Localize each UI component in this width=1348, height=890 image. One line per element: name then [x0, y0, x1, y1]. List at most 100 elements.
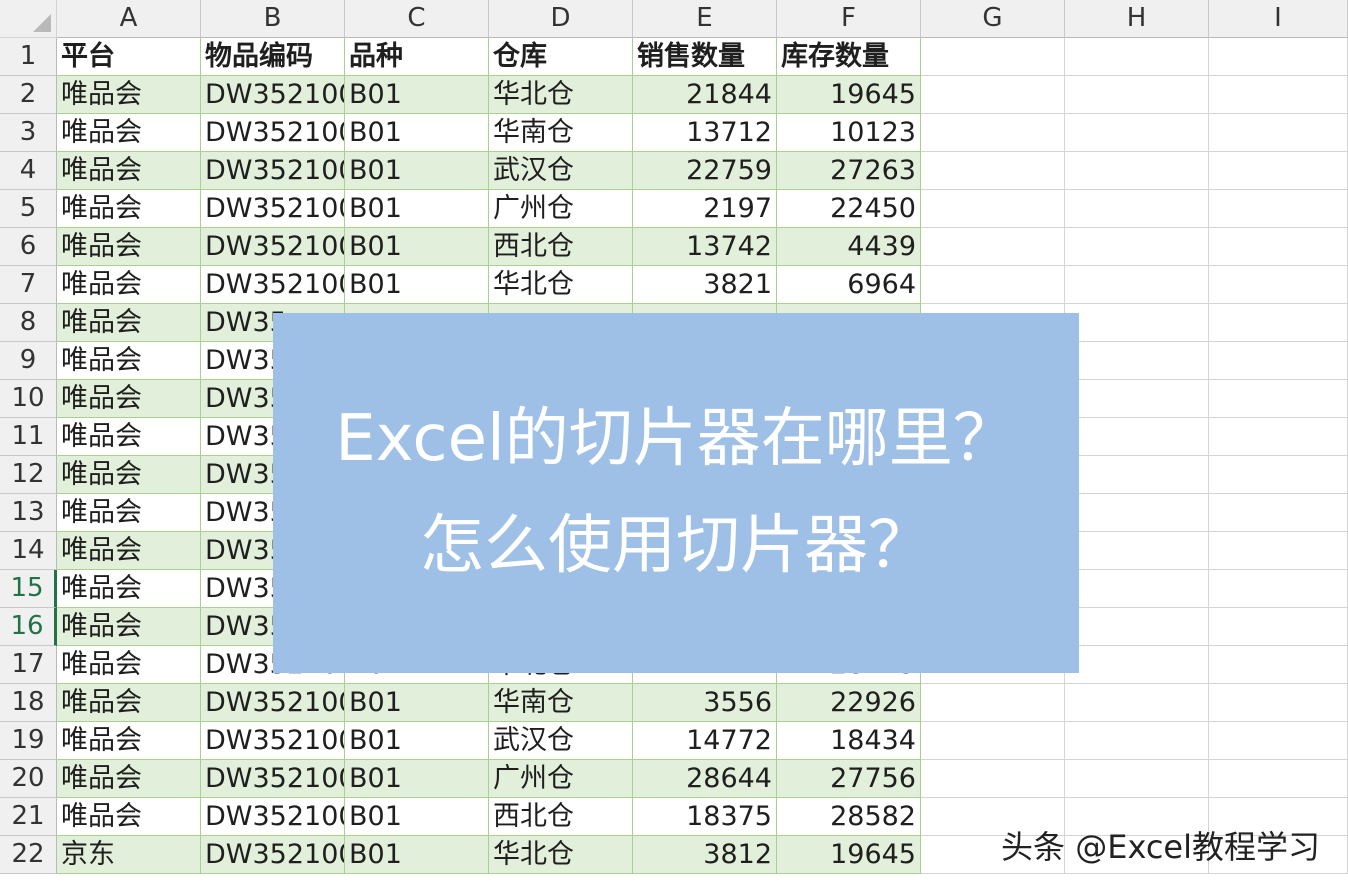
cell-i8[interactable] [1209, 304, 1348, 342]
cell-f6[interactable]: 4439 [777, 228, 921, 266]
cell-a4[interactable]: 唯品会 [57, 152, 201, 190]
row-header-12[interactable]: 12 [0, 456, 57, 494]
cell-d5[interactable]: 广州仓 [489, 190, 633, 228]
row-header-18[interactable]: 18 [0, 684, 57, 722]
cell-b5[interactable]: DW352100 [201, 190, 345, 228]
cell-c2[interactable]: B01 [345, 76, 489, 114]
cell-a6[interactable]: 唯品会 [57, 228, 201, 266]
cell-i15[interactable] [1209, 570, 1348, 608]
cell-e21[interactable]: 18375 [633, 798, 777, 836]
cell-f3[interactable]: 10123 [777, 114, 921, 152]
cell-g18[interactable] [921, 684, 1065, 722]
cell-a11[interactable]: 唯品会 [57, 418, 201, 456]
column-header-d[interactable]: D [489, 0, 633, 38]
column-header-c[interactable]: C [345, 0, 489, 38]
cell-b22[interactable]: DW352100 [201, 836, 345, 874]
cell-f4[interactable]: 27263 [777, 152, 921, 190]
cell-i13[interactable] [1209, 494, 1348, 532]
row-header-3[interactable]: 3 [0, 114, 57, 152]
row-header-6[interactable]: 6 [0, 228, 57, 266]
cell-a1[interactable]: 平台 [57, 38, 201, 76]
cell-a17[interactable]: 唯品会 [57, 646, 201, 684]
cell-i10[interactable] [1209, 380, 1348, 418]
cell-i6[interactable] [1209, 228, 1348, 266]
row-header-11[interactable]: 11 [0, 418, 57, 456]
row-header-7[interactable]: 7 [0, 266, 57, 304]
cell-e2[interactable]: 21844 [633, 76, 777, 114]
cell-a3[interactable]: 唯品会 [57, 114, 201, 152]
cell-d19[interactable]: 武汉仓 [489, 722, 633, 760]
cell-h8[interactable] [1065, 304, 1209, 342]
cell-c22[interactable]: B01 [345, 836, 489, 874]
cell-d7[interactable]: 华北仓 [489, 266, 633, 304]
row-header-22[interactable]: 22 [0, 836, 57, 874]
cell-d20[interactable]: 广州仓 [489, 760, 633, 798]
cell-a14[interactable]: 唯品会 [57, 532, 201, 570]
row-header-21[interactable]: 21 [0, 798, 57, 836]
cell-h18[interactable] [1065, 684, 1209, 722]
cell-a8[interactable]: 唯品会 [57, 304, 201, 342]
cell-h13[interactable] [1065, 494, 1209, 532]
cell-a7[interactable]: 唯品会 [57, 266, 201, 304]
cell-i11[interactable] [1209, 418, 1348, 456]
row-header-14[interactable]: 14 [0, 532, 57, 570]
cell-g6[interactable] [921, 228, 1065, 266]
cell-a12[interactable]: 唯品会 [57, 456, 201, 494]
row-header-5[interactable]: 5 [0, 190, 57, 228]
cell-a15[interactable]: 唯品会 [57, 570, 201, 608]
row-header-19[interactable]: 19 [0, 722, 57, 760]
cell-e19[interactable]: 14772 [633, 722, 777, 760]
cell-b3[interactable]: DW352100 [201, 114, 345, 152]
cell-g4[interactable] [921, 152, 1065, 190]
cell-b19[interactable]: DW352100 [201, 722, 345, 760]
cell-h12[interactable] [1065, 456, 1209, 494]
cell-i3[interactable] [1209, 114, 1348, 152]
row-header-10[interactable]: 10 [0, 380, 57, 418]
cell-i14[interactable] [1209, 532, 1348, 570]
cell-i9[interactable] [1209, 342, 1348, 380]
cell-i12[interactable] [1209, 456, 1348, 494]
cell-f7[interactable]: 6964 [777, 266, 921, 304]
cell-a18[interactable]: 唯品会 [57, 684, 201, 722]
select-all-corner[interactable] [0, 0, 57, 38]
cell-h5[interactable] [1065, 190, 1209, 228]
cell-h19[interactable] [1065, 722, 1209, 760]
cell-h11[interactable] [1065, 418, 1209, 456]
cell-i16[interactable] [1209, 608, 1348, 646]
column-header-b[interactable]: B [201, 0, 345, 38]
cell-g1[interactable] [921, 38, 1065, 76]
cell-e22[interactable]: 3812 [633, 836, 777, 874]
cell-b4[interactable]: DW352100 [201, 152, 345, 190]
cell-f20[interactable]: 27756 [777, 760, 921, 798]
cell-i18[interactable] [1209, 684, 1348, 722]
cell-c20[interactable]: B01 [345, 760, 489, 798]
cell-g20[interactable] [921, 760, 1065, 798]
cell-c1[interactable]: 品种 [345, 38, 489, 76]
column-header-e[interactable]: E [633, 0, 777, 38]
cell-b18[interactable]: DW352100 [201, 684, 345, 722]
row-header-15[interactable]: 15 [0, 570, 57, 608]
cell-c6[interactable]: B01 [345, 228, 489, 266]
cell-a22[interactable]: 京东 [57, 836, 201, 874]
cell-h10[interactable] [1065, 380, 1209, 418]
cell-e18[interactable]: 3556 [633, 684, 777, 722]
cell-d22[interactable]: 华北仓 [489, 836, 633, 874]
row-header-9[interactable]: 9 [0, 342, 57, 380]
cell-e3[interactable]: 13712 [633, 114, 777, 152]
column-header-g[interactable]: G [921, 0, 1065, 38]
cell-e6[interactable]: 13742 [633, 228, 777, 266]
cell-a5[interactable]: 唯品会 [57, 190, 201, 228]
cell-c5[interactable]: B01 [345, 190, 489, 228]
cell-e4[interactable]: 22759 [633, 152, 777, 190]
cell-i20[interactable] [1209, 760, 1348, 798]
column-header-f[interactable]: F [777, 0, 921, 38]
cell-f5[interactable]: 22450 [777, 190, 921, 228]
row-header-2[interactable]: 2 [0, 76, 57, 114]
cell-h14[interactable] [1065, 532, 1209, 570]
cell-g5[interactable] [921, 190, 1065, 228]
cell-h9[interactable] [1065, 342, 1209, 380]
row-header-8[interactable]: 8 [0, 304, 57, 342]
cell-b6[interactable]: DW352100 [201, 228, 345, 266]
cell-b21[interactable]: DW352100 [201, 798, 345, 836]
cell-d18[interactable]: 华南仓 [489, 684, 633, 722]
